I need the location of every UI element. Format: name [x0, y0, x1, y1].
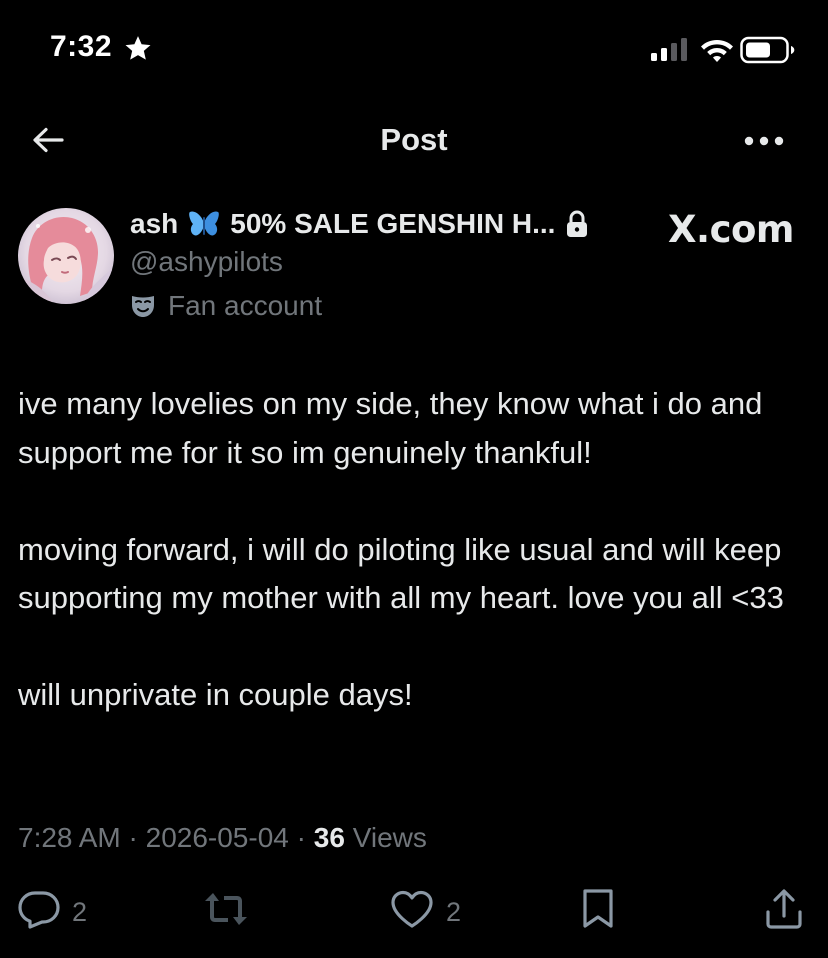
- more-icon[interactable]: [744, 134, 784, 152]
- affiliation-label: Fan account: [130, 288, 322, 324]
- post-date: 2026-05-04: [145, 822, 289, 853]
- tweet-text: ive many lovelies on my side, they know …: [18, 380, 818, 720]
- tweet-paragraph: ive many lovelies on my side, they know …: [18, 386, 763, 470]
- battery-icon: [740, 36, 796, 69]
- reply-count: 2: [72, 896, 88, 927]
- cellular-signal-icon: [651, 38, 689, 67]
- views-label: Views: [352, 822, 427, 853]
- meta-separator: ·: [296, 822, 306, 853]
- wifi-icon: [700, 36, 734, 67]
- status-time: 7:32: [50, 30, 113, 63]
- post-time: 7:28 AM: [18, 822, 121, 853]
- display-name[interactable]: ash 50% SALE GENSHIN H...: [130, 204, 589, 244]
- star-icon: [124, 34, 152, 67]
- heart-icon: [390, 889, 434, 936]
- bookmark-button[interactable]: [580, 888, 616, 937]
- repost-icon: [202, 889, 250, 936]
- affiliation-text: Fan account: [168, 290, 323, 321]
- like-count: 2: [446, 896, 462, 927]
- butterfly-icon: [188, 209, 220, 239]
- mask-icon: [130, 293, 156, 319]
- share-icon: [764, 888, 804, 937]
- reply-button[interactable]: 2: [18, 890, 87, 934]
- page-title: Post: [380, 122, 448, 157]
- reply-icon: [18, 889, 60, 936]
- repost-button[interactable]: [202, 890, 250, 934]
- x-com-watermark: X.com: [668, 208, 795, 251]
- bookmark-icon: [580, 888, 616, 937]
- like-button[interactable]: 2: [390, 890, 461, 934]
- display-name-suffix: 50% SALE GENSHIN H...: [230, 208, 556, 239]
- meta-separator: ·: [128, 822, 138, 853]
- tweet-paragraph: moving forward, i will do piloting like …: [18, 531, 784, 616]
- share-button[interactable]: [764, 888, 804, 937]
- display-name-text: ash: [130, 208, 179, 239]
- lock-icon: [565, 210, 589, 238]
- avatar[interactable]: [18, 208, 114, 304]
- user-handle[interactable]: @ashypilots: [130, 246, 283, 278]
- tweet-meta: 7:28 AM · 2026-05-04 · 36 Views: [18, 822, 427, 854]
- views-count: 36: [313, 822, 345, 853]
- tweet-paragraph: will unprivate in couple days!: [18, 677, 413, 712]
